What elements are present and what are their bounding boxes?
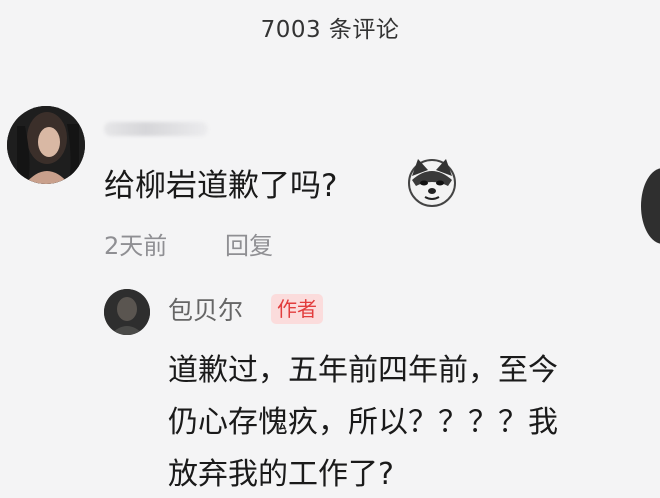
- commenter-username-blurred: [104, 122, 208, 136]
- commenter-avatar[interactable]: [7, 106, 85, 184]
- comment-count-title: 7003 条评论: [260, 17, 400, 43]
- reply-author-name[interactable]: 包贝尔: [168, 291, 243, 327]
- author-badge: 作者: [271, 294, 323, 324]
- reply-text-line: 放弃我的工作了?: [168, 457, 394, 492]
- comment-text: 给柳岩道歉了吗?: [104, 168, 338, 204]
- reply-text-line: 道歉过，五年前四年前，至今: [168, 353, 558, 388]
- comment-timestamp: 2天前: [104, 232, 168, 260]
- reply-text-line: 仍心存愧疚，所以？？？？我: [168, 405, 558, 440]
- reply-button[interactable]: 回复: [225, 226, 273, 261]
- doge-sticker-icon: [406, 156, 458, 208]
- author-avatar[interactable]: [104, 289, 150, 335]
- partial-avatar: [641, 168, 660, 244]
